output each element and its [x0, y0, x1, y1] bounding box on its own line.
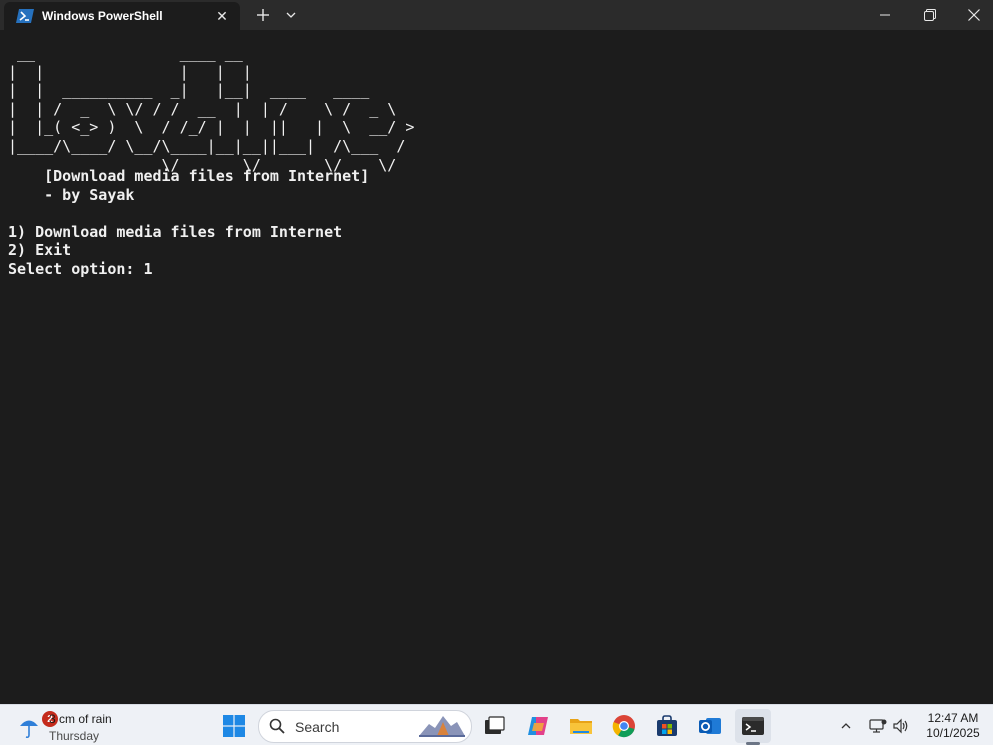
speaker-icon [893, 718, 908, 734]
task-view-icon [485, 716, 505, 734]
taskbar: 2 3 cm of rain Thursday Search 12:47 AM … [0, 704, 993, 745]
ascii-banner: __ ____ __ | | | | | | | __________ _| |__… [8, 44, 414, 174]
search-placeholder: Search [295, 719, 340, 735]
weather-day: Thursday [49, 729, 100, 743]
banner-line: | |_( <_> ) \ / /_/ | | || | \ __/ > [8, 118, 415, 137]
minimize-icon [880, 14, 890, 16]
chevron-down-icon [286, 12, 296, 18]
banner-line: | | __________ _| |__| ____ ____ [8, 81, 370, 100]
store-icon [657, 715, 677, 736]
author-line: - by Sayak [8, 185, 135, 204]
terminal-icon [742, 717, 764, 735]
umbrella-icon [20, 720, 38, 739]
banner-line: |____/\____/ \__/\____|__|__||___| /\___… [8, 136, 406, 155]
search-box[interactable]: Search [258, 710, 472, 743]
folder-icon [570, 719, 592, 734]
clock-time: 12:47 AM [927, 711, 979, 725]
clock-date: 10/1/2025 [926, 726, 980, 740]
menu-option-download: 1) Download media files from Internet [8, 222, 343, 241]
volume-button[interactable] [890, 709, 912, 743]
copilot-button[interactable] [520, 709, 556, 743]
terminal-area[interactable]: __ ____ __ | | | | | | | __________ _| |__… [0, 30, 993, 704]
search-highlight-image-icon [419, 716, 465, 737]
search-icon [269, 718, 285, 734]
minimize-button[interactable] [863, 0, 907, 30]
restore-button[interactable] [908, 0, 952, 30]
file-explorer-button[interactable] [563, 709, 599, 743]
plus-icon [257, 9, 269, 21]
tab-windows-powershell[interactable]: Windows PowerShell ✕ [4, 2, 240, 30]
subtitle-line: [Download media files from Internet] [8, 167, 370, 185]
restore-icon [924, 9, 936, 21]
terminal-taskbar-button[interactable] [735, 709, 771, 743]
powershell-icon [16, 9, 34, 23]
banner-line: | | | | | [8, 62, 252, 81]
chrome-icon [612, 715, 635, 738]
task-view-button[interactable] [476, 709, 512, 743]
network-button[interactable] [866, 709, 890, 743]
copilot-icon [528, 717, 548, 735]
close-icon [968, 9, 980, 21]
show-hidden-icons-button[interactable] [836, 709, 856, 743]
close-tab-icon[interactable]: ✕ [208, 4, 236, 28]
new-tab-button[interactable] [250, 3, 276, 27]
system-clock[interactable]: 12:47 AM 10/1/2025 [918, 711, 988, 741]
weather-widget[interactable]: 2 3 cm of rain Thursday [14, 709, 154, 743]
outlook-button[interactable] [692, 709, 728, 743]
title-bar: Windows PowerShell ✕ [0, 0, 993, 30]
chevron-up-icon [841, 723, 851, 729]
close-window-button[interactable] [952, 0, 993, 30]
tab-title: Windows PowerShell [42, 9, 163, 23]
start-button[interactable] [216, 709, 252, 743]
outlook-icon [699, 718, 721, 734]
network-icon [869, 719, 887, 733]
terminal-output: [Download media files from Internet] - b… [8, 167, 369, 279]
menu-option-exit: 2) Exit [8, 241, 72, 260]
banner-line: | | / _ \ \/ / / __ | | / \ / _ \ [8, 99, 397, 118]
microsoft-store-button[interactable] [649, 709, 685, 743]
weather-condition: 3 cm of rain [49, 712, 112, 726]
windows-logo-icon [223, 715, 245, 737]
chrome-button[interactable] [606, 709, 642, 743]
tab-dropdown-button[interactable] [280, 3, 302, 27]
select-prompt[interactable]: Select option: 1 [8, 260, 369, 279]
banner-line: __ ____ __ [8, 44, 243, 62]
